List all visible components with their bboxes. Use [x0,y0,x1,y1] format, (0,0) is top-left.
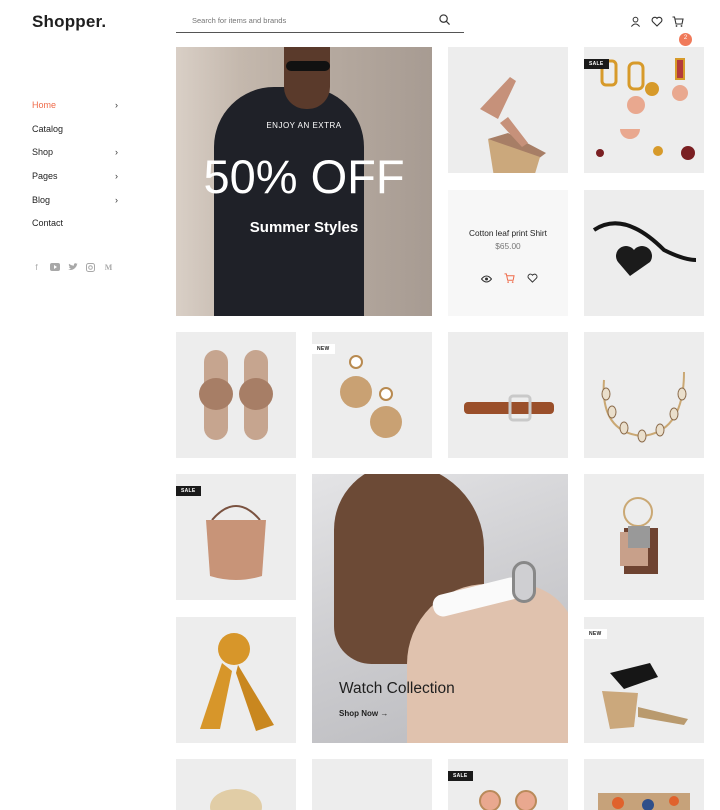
printed-bag-image [598,793,690,810]
heart-bag-image [592,221,697,276]
cart-icon[interactable]: 2 [672,14,692,46]
new-tag: NEW [312,344,335,354]
sidebar-item-label: Contact [32,218,64,229]
ring-wallet-image [620,497,658,574]
instagram-icon[interactable] [85,263,96,273]
watch-face [512,561,536,603]
wedge-sandal-image [480,77,546,173]
feature-title: Watch Collection [339,680,455,697]
shop-now-link[interactable]: Shop Now → [339,709,388,718]
search-input[interactable] [176,8,426,32]
shop-now-label: Shop Now [339,709,379,718]
facebook-icon[interactable]: f [31,263,42,273]
wishlist-icon[interactable] [527,270,538,283]
product-tile-blank[interactable] [312,759,432,810]
product-tile-belt[interactable] [448,332,568,458]
sidebar-item-label: Catalog [32,123,64,134]
chevron-right-icon: › [115,99,118,110]
cart-count-badge: 2 [679,33,692,46]
sidebar-item-shop[interactable]: Shop › [32,140,118,164]
hero-banner[interactable]: ENJOY AN EXTRA 50% OFF Summer Styles [176,47,432,316]
sidebar-item-catalog[interactable]: Catalog [32,117,118,141]
sunglasses [286,61,330,71]
sidebar-item-label: Home [32,99,57,110]
sidebar-nav: Home › Catalog Shop › Pages › Blog › Contact [32,93,118,235]
hat-image [210,789,262,810]
eye-icon[interactable] [480,270,493,283]
user-icon[interactable] [630,14,643,27]
medium-icon[interactable]: M [103,263,114,273]
model-shoulder [407,584,568,743]
new-tag: NEW [584,629,607,639]
sidebar-item-blog[interactable]: Blog › [32,188,118,212]
arrow-right-icon: → [380,709,389,718]
sale-tag: SALE [584,59,609,69]
product-tile-earrings[interactable]: SALE [584,47,704,173]
watch-collection-banner[interactable]: Watch Collection Shop Now → [312,474,568,743]
hero-headline: 50% OFF [203,150,405,203]
scarf-scrunchie-image [200,633,274,731]
hero-eyebrow: ENJOY AN EXTRA [266,121,342,130]
add-to-cart-icon[interactable] [504,270,515,283]
chevron-right-icon: › [115,170,118,181]
logo[interactable]: Shopper. [32,12,106,32]
product-tile-printed-bag[interactable] [584,759,704,810]
product-tile-wedge-sandal[interactable] [448,47,568,173]
product-tile-ring-wallet[interactable] [584,474,704,600]
product-tile-hat[interactable] [176,759,296,810]
product-tile-heart-bag[interactable] [584,190,704,316]
model-head [284,47,330,109]
product-name[interactable]: Cotton leaf print Shirt [448,228,568,238]
product-tile-scarf-scrunchie[interactable] [176,617,296,743]
product-tile-stud-earrings[interactable]: SALE [448,759,568,810]
product-tile-bucket-bag[interactable]: SALE [176,474,296,600]
sidebar-item-label: Shop [32,147,54,158]
search-icon[interactable] [439,14,450,25]
sidebar-item-home[interactable]: Home › [32,93,118,117]
sidebar-item-label: Pages [32,170,58,181]
sidebar-item-pages[interactable]: Pages › [32,164,118,188]
sidebar-item-contact[interactable]: Contact [32,211,118,235]
shell-necklace-image [601,371,687,443]
chevron-right-icon: › [115,194,118,205]
product-quickview-card[interactable]: Cotton leaf print Shirt $65.00 [448,190,568,316]
sale-tag: SALE [448,771,473,781]
product-tile-drop-earrings[interactable]: NEW [312,332,432,458]
chevron-right-icon: › [115,147,118,158]
sidebar-item-label: Blog [32,194,51,205]
product-tile-shell-necklace[interactable] [584,332,704,458]
slide-sandals-image [199,350,273,440]
youtube-icon[interactable] [49,263,60,273]
heart-icon[interactable] [651,14,664,27]
product-price: $65.00 [495,241,521,251]
belt-image [464,394,554,422]
search-bar [176,8,464,33]
hero-subhead: Summer Styles [249,219,359,236]
product-tile-black-wedge[interactable]: NEW [584,617,704,743]
twitter-icon[interactable] [67,263,78,273]
stud-earrings-image [479,790,537,810]
product-tile-slide-sandals[interactable] [176,332,296,458]
sale-tag: SALE [176,486,201,496]
social-links: f M [31,263,114,273]
